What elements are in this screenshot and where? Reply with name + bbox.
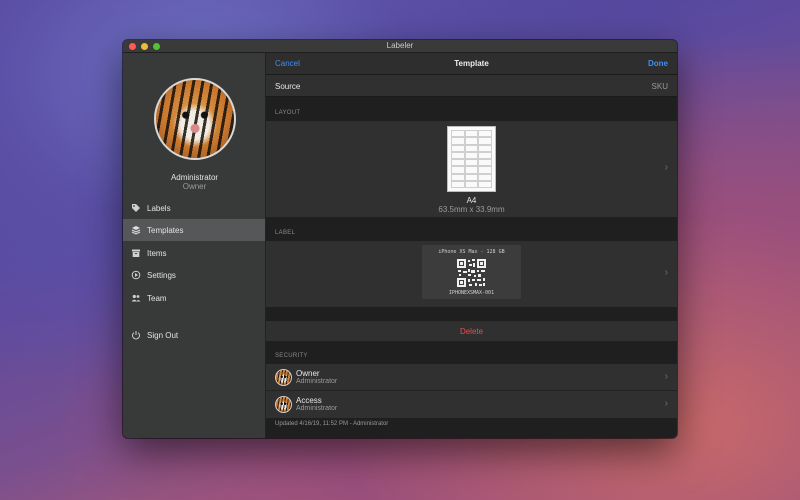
people-icon	[131, 293, 141, 303]
sidebar-item-label: Templates	[147, 225, 184, 235]
label-title-text: iPhone XS Max - 128 GB	[438, 249, 505, 255]
sidebar-item-label: Labels	[147, 203, 171, 213]
profile-role: Owner	[182, 182, 207, 191]
app-window: Labeler Administrator Owner Labels Templ…	[123, 40, 677, 438]
label-sheet-preview	[447, 126, 496, 192]
sign-out-label: Sign Out	[147, 330, 179, 340]
layers-icon	[131, 225, 141, 235]
sidebar-item-label: Items	[147, 248, 167, 258]
navigation-bar: Cancel Template Done	[266, 53, 677, 75]
label-code-text: IPHONEXSMAX-001	[448, 290, 495, 296]
sidebar-item-labels[interactable]: Labels	[123, 197, 265, 219]
sign-out-button[interactable]: Sign Out	[123, 324, 265, 346]
security-row-owner[interactable]: Owner Administrator ›	[266, 364, 677, 391]
settings-circle-icon	[131, 270, 141, 280]
layout-section-header: LAYOUT	[275, 110, 301, 116]
chevron-right-icon: ›	[664, 371, 668, 382]
archive-box-icon	[131, 248, 141, 258]
window-title: Labeler	[386, 41, 414, 50]
sidebar-item-templates[interactable]: Templates	[123, 219, 265, 241]
sidebar-item-settings[interactable]: Settings	[123, 264, 265, 286]
sidebar-item-team[interactable]: Team	[123, 287, 265, 309]
chevron-right-icon: ›	[664, 398, 668, 409]
sidebar: Administrator Owner Labels Templates Ite…	[123, 53, 266, 438]
delete-button[interactable]: Delete	[266, 321, 677, 341]
tag-icon	[131, 203, 141, 213]
title-bar[interactable]: Labeler	[123, 40, 677, 53]
qr-code-icon	[456, 258, 487, 288]
source-row[interactable]: Source SKU	[266, 75, 677, 97]
avatar	[275, 396, 292, 413]
page-title: Template	[454, 59, 489, 68]
layout-name: A4	[466, 196, 477, 205]
security-row-name: Owner	[296, 369, 320, 378]
power-icon	[131, 330, 141, 340]
security-row-role: Administrator	[296, 378, 338, 385]
avatar	[275, 369, 292, 386]
delete-label: Delete	[459, 326, 484, 336]
avatar	[154, 78, 236, 160]
chevron-right-icon: ›	[664, 267, 668, 278]
updated-timestamp: Updated 4/16/19, 11:52 PM - Administrato…	[275, 421, 389, 427]
source-value: SKU	[651, 82, 668, 91]
profile-name: Administrator	[170, 173, 219, 182]
label-row[interactable]: iPhone XS Max - 128 GB IPHONEXSMAX-001 ›	[266, 241, 677, 307]
security-row-name: Access	[296, 396, 322, 405]
label-preview: iPhone XS Max - 128 GB IPHONEXSMAX-001	[422, 245, 521, 299]
template-editor: Cancel Template Done Source SKU LAYOUT A…	[266, 53, 677, 438]
layout-row[interactable]: A4 63.5mm x 33.9mm ›	[266, 121, 677, 217]
sidebar-item-label: Team	[147, 293, 167, 303]
layout-size: 63.5mm x 33.9mm	[438, 205, 505, 214]
done-button[interactable]: Done	[648, 59, 668, 68]
sidebar-item-label: Settings	[147, 270, 176, 280]
chevron-right-icon: ›	[664, 162, 668, 173]
source-label: Source	[275, 82, 301, 91]
sidebar-item-items[interactable]: Items	[123, 242, 265, 264]
label-section-header: LABEL	[275, 230, 296, 236]
security-section-header: SECURITY	[275, 353, 308, 359]
security-row-access[interactable]: Access Administrator ›	[266, 391, 677, 418]
security-row-role: Administrator	[296, 405, 338, 412]
